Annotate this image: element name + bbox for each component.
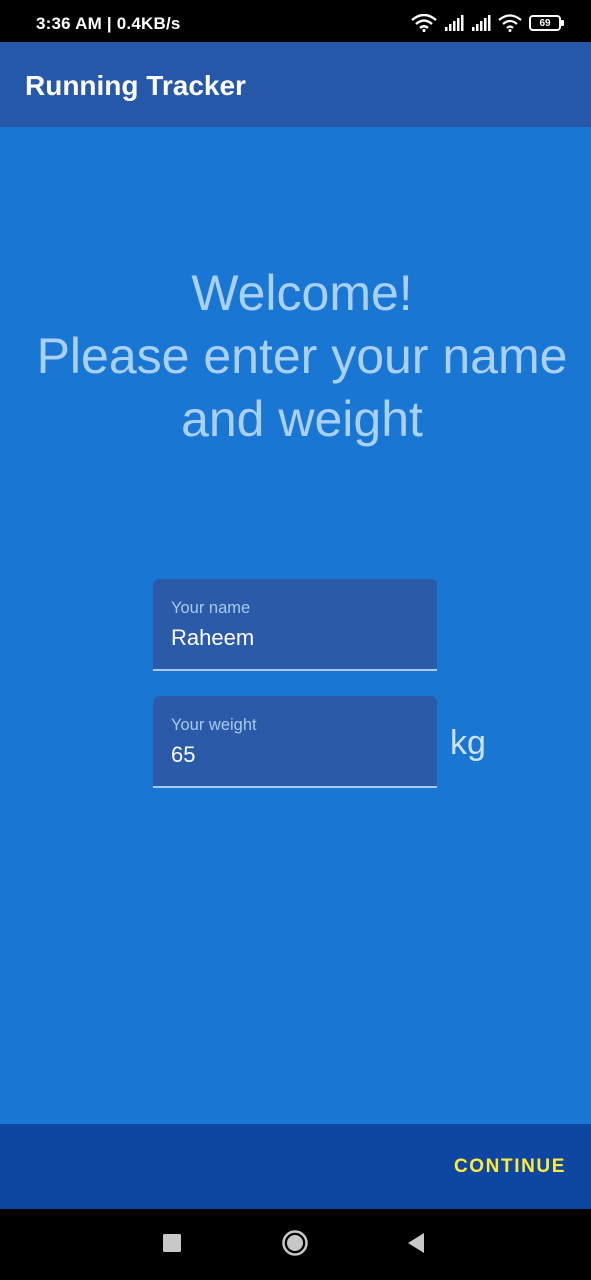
app-title: Running Tracker <box>25 70 246 101</box>
name-field-label: Your name <box>171 599 251 617</box>
navigation-bar <box>0 1209 591 1280</box>
weight-unit: kg <box>450 724 486 762</box>
recents-icon <box>163 1233 181 1257</box>
back-icon <box>406 1232 426 1259</box>
battery-icon: 69 <box>529 15 564 31</box>
recents-button[interactable] <box>157 1230 187 1260</box>
welcome-line: Please enter your name <box>36 328 568 384</box>
continue-button[interactable]: CONTINUE <box>454 1156 566 1178</box>
back-button[interactable] <box>401 1230 431 1260</box>
welcome-heading: Welcome! Please enter your name and weig… <box>0 262 591 451</box>
weight-field-label: Your weight <box>171 716 257 734</box>
status-time: 3:36 AM | 0.4KB/s <box>36 14 181 33</box>
wifi-icon <box>411 14 437 32</box>
welcome-line: and weight <box>181 391 423 447</box>
weight-input[interactable] <box>171 742 421 768</box>
status-bar: 3:36 AM | 0.4KB/s 69 <box>0 0 591 42</box>
name-input[interactable] <box>171 625 421 651</box>
cell-signal-icon <box>444 14 464 32</box>
bottom-action-bar: CONTINUE <box>0 1124 591 1209</box>
name-field[interactable]: Your name <box>153 579 437 671</box>
status-icons: 69 <box>411 12 564 34</box>
home-icon <box>281 1229 309 1262</box>
app-bar: Running Tracker <box>0 42 591 127</box>
home-button[interactable] <box>280 1229 310 1262</box>
cell-signal-icon <box>471 14 491 32</box>
weight-field[interactable]: Your weight <box>153 696 437 788</box>
wifi-icon <box>498 14 522 32</box>
welcome-line: Welcome! <box>191 265 413 321</box>
